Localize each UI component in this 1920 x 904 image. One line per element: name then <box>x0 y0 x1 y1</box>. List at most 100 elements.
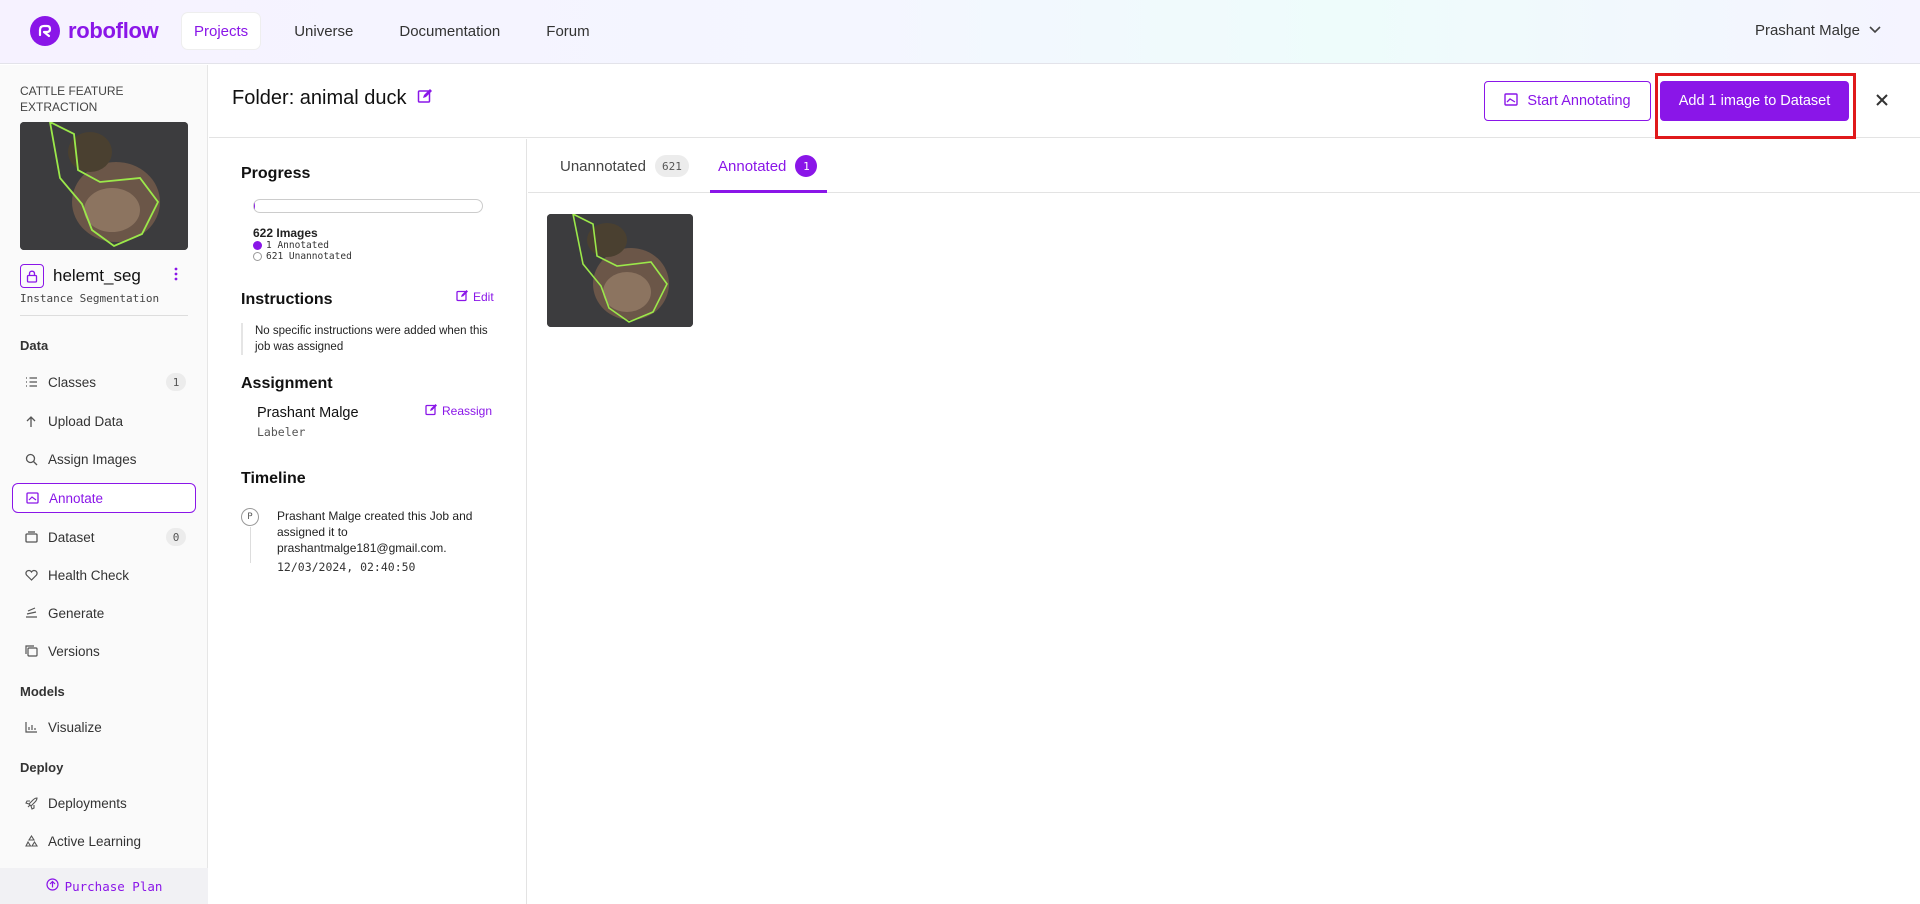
nav-link-documentation[interactable]: Documentation <box>387 13 512 49</box>
legend-unannotated: 621 Unannotated <box>253 251 352 262</box>
timeline-heading: Timeline <box>241 470 306 487</box>
project-thumbnail[interactable] <box>20 122 188 250</box>
unannotated-count-label: 621 Unannotated <box>266 251 352 262</box>
sidebar-item-label: Active Learning <box>48 833 142 849</box>
dataset-icon <box>24 530 38 544</box>
instructions-text: No specific instructions were added when… <box>241 323 491 355</box>
sidebar-item-label: Versions <box>48 643 100 659</box>
nav-link-universe[interactable]: Universe <box>282 13 365 49</box>
timeline-line <box>250 527 251 563</box>
edit-instructions-link[interactable]: Edit <box>456 289 494 305</box>
heart-icon <box>24 568 38 582</box>
folder-title: Folder: animal duck <box>232 87 433 110</box>
section-heading-deploy: Deploy <box>20 760 64 775</box>
start-annotating-button[interactable]: Start Annotating <box>1484 81 1651 121</box>
roboflow-logo[interactable]: roboflow <box>30 16 159 46</box>
edit-icon <box>425 403 438 419</box>
tab-unannotated[interactable]: Unannotated 621 <box>560 139 689 193</box>
sidebar-item-annotate[interactable]: Annotate <box>12 483 196 513</box>
rocket-icon <box>24 796 38 810</box>
versions-icon <box>24 644 38 658</box>
sidebar-item-label: Deployments <box>48 795 127 811</box>
folder-title-text: Folder: animal duck <box>232 87 407 109</box>
edit-icon <box>456 289 469 305</box>
annotated-count-badge: 1 <box>795 155 818 177</box>
search-icon <box>24 452 38 466</box>
annotate-icon <box>25 491 39 505</box>
project-sidebar: CATTLE FEATURE EXTRACTION helemt_seg Ins… <box>0 65 208 904</box>
sidebar-item-health-check[interactable]: Health Check <box>12 560 196 590</box>
project-name: CATTLE FEATURE EXTRACTION <box>20 84 124 114</box>
sidebar-item-visualize[interactable]: Visualize <box>12 712 196 742</box>
assignee-name: Prashant Malge <box>257 405 359 421</box>
timeline-entry-text: Prashant Malge created this Job and assi… <box>277 509 473 555</box>
sidebar-item-deployments[interactable]: Deployments <box>12 788 196 818</box>
classes-count-badge: 1 <box>166 373 186 391</box>
start-annotating-label: Start Annotating <box>1527 93 1631 109</box>
annotated-count-label: 1 Annotated <box>266 240 329 251</box>
section-heading-models: Models <box>20 684 65 699</box>
sidebar-item-upload-data[interactable]: Upload Data <box>12 406 196 436</box>
assignment-heading: Assignment <box>241 375 333 392</box>
reassign-link[interactable]: Reassign <box>425 403 492 419</box>
sidebar-item-label: Assign Images <box>48 451 137 467</box>
sidebar-item-label: Classes <box>48 374 97 390</box>
upload-circle-icon <box>45 878 59 894</box>
chart-icon <box>24 720 38 734</box>
annotated-image-thumbnail[interactable] <box>547 214 693 327</box>
annotated-dot-icon <box>253 241 262 250</box>
sidebar-item-label: Dataset <box>48 529 95 545</box>
sidebar-item-label: Visualize <box>48 719 102 735</box>
annotate-icon <box>1504 92 1519 110</box>
user-menu[interactable]: Prashant Malge <box>1755 22 1882 39</box>
folder-header: Folder: animal duck Start Annotating Add… <box>209 65 1920 139</box>
image-tabs: Unannotated 621 Annotated 1 <box>528 139 1920 193</box>
purchase-plan-label: Purchase Plan <box>64 878 163 894</box>
progress-heading: Progress <box>241 165 311 182</box>
progress-bar <box>253 199 483 213</box>
chevron-down-icon <box>1868 22 1882 39</box>
edit-icon[interactable] <box>417 87 433 110</box>
nav-link-forum[interactable]: Forum <box>534 13 601 49</box>
generate-icon <box>24 606 38 620</box>
sidebar-item-active-learning[interactable]: Active Learning <box>12 826 196 856</box>
assignee-role: Labeler <box>257 425 306 439</box>
sidebar-item-label: Generate <box>48 605 105 621</box>
sidebar-item-dataset[interactable]: Dataset 0 <box>12 522 196 552</box>
unannotated-count-badge: 621 <box>654 155 689 177</box>
sidebar-item-label: Annotate <box>49 490 104 506</box>
tab-label: Unannotated <box>560 157 646 175</box>
highlight-box <box>1655 73 1856 139</box>
image-count: 622 Images <box>253 226 318 240</box>
sidebar-item-assign-images[interactable]: Assign Images <box>12 444 196 474</box>
instructions-heading: Instructions <box>241 291 333 308</box>
sidebar-item-classes[interactable]: Classes 1 <box>12 367 196 397</box>
active-tab-indicator <box>710 190 827 193</box>
job-details-panel: Progress 622 Images 1 Annotated 621 Unan… <box>209 139 527 904</box>
brand-name: roboflow <box>68 18 159 43</box>
sidebar-item-label: Health Check <box>48 567 130 583</box>
section-heading-data: Data <box>20 338 49 353</box>
purchase-plan-button[interactable]: Purchase Plan <box>0 868 208 904</box>
user-name: Prashant Malge <box>1754 22 1860 39</box>
nav-links: Projects Universe Documentation Forum <box>182 13 624 49</box>
tab-annotated[interactable]: Annotated 1 <box>718 139 818 193</box>
reassign-label: Reassign <box>442 404 493 418</box>
edit-label: Edit <box>473 290 494 304</box>
tab-label: Annotated <box>718 157 787 175</box>
project-title: helemt_seg <box>53 266 141 285</box>
top-navigation: roboflow Projects Universe Documentation… <box>0 0 1920 64</box>
project-type: Instance Segmentation <box>20 292 160 305</box>
nav-link-projects[interactable]: Projects <box>182 13 261 49</box>
project-title-row: helemt_seg <box>20 264 188 288</box>
sidebar-item-generate[interactable]: Generate <box>12 598 196 628</box>
close-icon[interactable] <box>1871 89 1893 111</box>
kebab-menu-icon[interactable] <box>174 267 178 286</box>
dataset-count-badge: 0 <box>166 528 186 546</box>
roboflow-logo-icon <box>30 16 60 46</box>
sidebar-divider <box>20 315 188 316</box>
unannotated-dot-icon <box>253 252 262 261</box>
recycle-icon <box>24 834 38 848</box>
sidebar-item-label: Upload Data <box>48 413 124 429</box>
sidebar-item-versions[interactable]: Versions <box>12 636 196 666</box>
